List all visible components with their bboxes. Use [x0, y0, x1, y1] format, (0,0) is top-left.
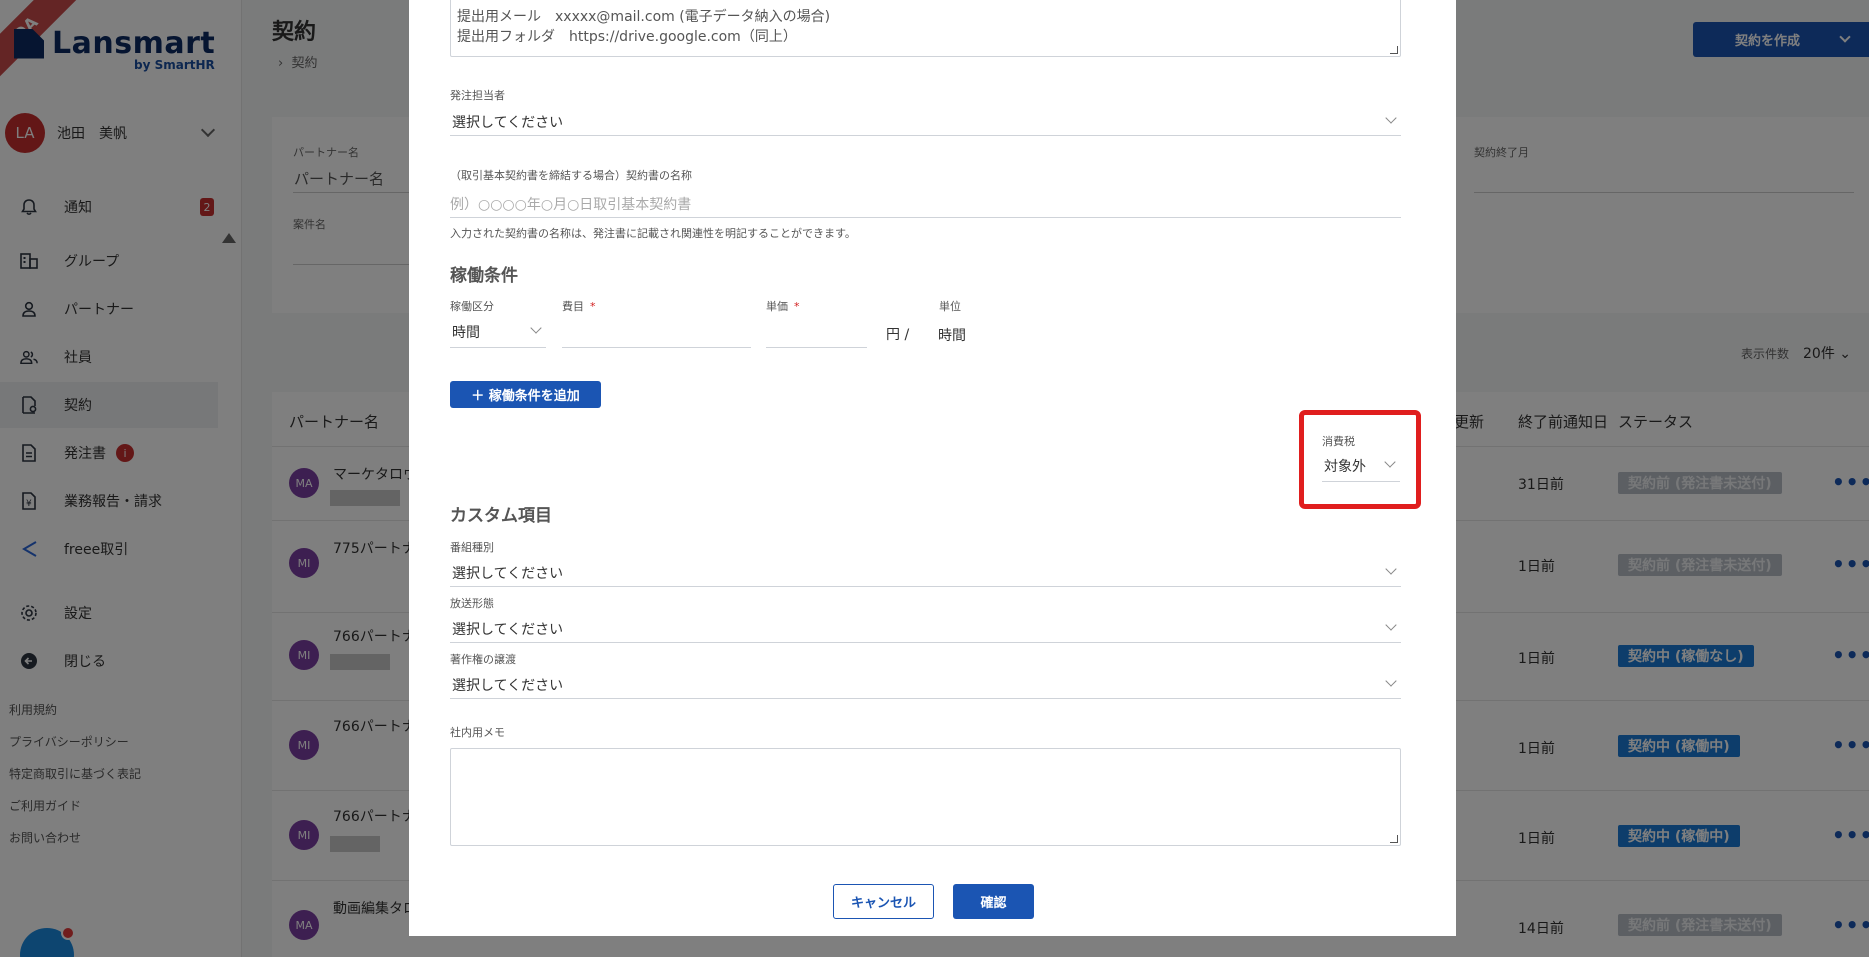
required-mark: * — [590, 300, 596, 313]
copyright-transfer-select[interactable]: 選択してください — [450, 671, 1401, 699]
unit-price-label-text: 単価 — [766, 300, 788, 313]
broadcast-type-value: 選択してください — [452, 622, 564, 638]
chevron-down-icon — [1385, 619, 1397, 631]
resize-handle-icon[interactable] — [1390, 46, 1398, 54]
expense-label: 費目 * — [562, 298, 596, 314]
resize-handle-icon[interactable] — [1390, 835, 1398, 843]
chevron-down-icon — [530, 322, 542, 334]
broadcast-type-label: 放送形態 — [450, 597, 494, 610]
highlight-box — [1299, 410, 1421, 509]
order-manager-value: 選択してください — [452, 115, 564, 131]
unit-value: 時間 — [938, 328, 966, 344]
program-type-label: 番組種別 — [450, 541, 494, 554]
unit-price-input[interactable] — [766, 317, 867, 348]
unit-price-label: 単価 * — [766, 298, 800, 314]
work-type-label: 稼働区分 — [450, 300, 494, 313]
broadcast-type-select[interactable]: 選択してください — [450, 615, 1401, 643]
confirm-button[interactable]: 確認 — [953, 884, 1034, 919]
program-type-value: 選択してください — [452, 566, 564, 582]
copyright-transfer-value: 選択してください — [452, 678, 564, 694]
order-manager-label: 発注担当者 — [450, 89, 505, 102]
program-type-select[interactable]: 選択してください — [450, 559, 1401, 587]
delivery-notes-line: 提出用フォルダ https://drive.google.com（同上） — [457, 29, 797, 45]
chevron-down-icon — [1385, 563, 1397, 575]
cancel-button[interactable]: キャンセル — [833, 884, 934, 919]
chevron-down-icon — [1385, 112, 1397, 124]
work-type-select[interactable]: 時間 — [450, 318, 546, 348]
contract-name-label: （取引基本契約書を締結する場合）契約書の名称 — [450, 169, 692, 182]
custom-fields-title: カスタム項目 — [450, 506, 552, 526]
chevron-down-icon — [1385, 675, 1397, 687]
internal-memo-label: 社内用メモ — [450, 726, 505, 739]
contract-name-input[interactable]: 例）○○○○年○月○日取引基本契約書 — [450, 188, 1401, 218]
copyright-transfer-label: 著作権の譲渡 — [450, 653, 516, 666]
contract-name-hint: 入力された契約書の名称は、発注書に記載され関連性を明記することができます。 — [450, 227, 856, 240]
internal-memo-textarea[interactable] — [450, 748, 1401, 846]
work-type-value: 時間 — [452, 325, 480, 341]
delivery-notes-line: 提出用メール xxxxx@mail.com (電子データ納入の場合) — [457, 9, 831, 25]
yen-per-text: 円 / — [886, 327, 910, 343]
expense-label-text: 費目 — [562, 300, 584, 313]
add-work-condition-button[interactable]: ＋ 稼働条件を追加 — [450, 381, 601, 408]
work-conditions-title: 稼働条件 — [450, 266, 518, 286]
required-mark: * — [794, 300, 800, 313]
order-manager-select[interactable]: 選択してください — [450, 108, 1401, 136]
unit-label: 単位 — [939, 300, 961, 313]
expense-input[interactable] — [562, 317, 751, 348]
